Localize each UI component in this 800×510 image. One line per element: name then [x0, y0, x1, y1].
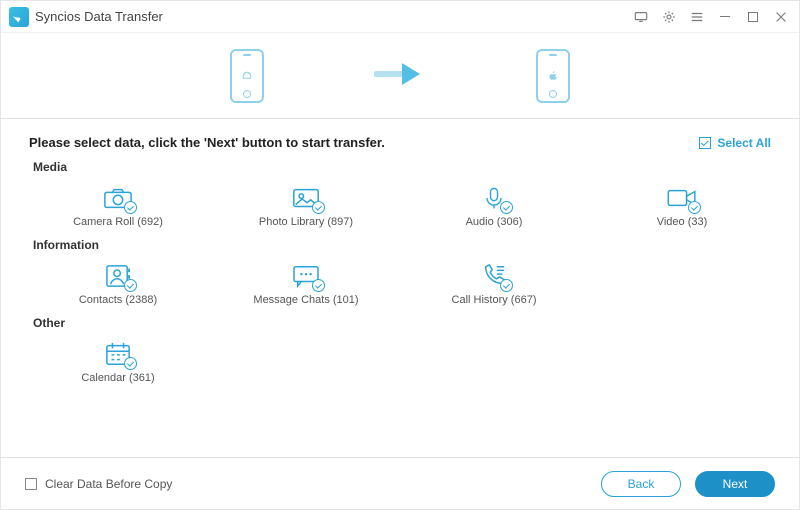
check-badge-icon: [312, 279, 325, 292]
media-grid: Camera Roll (692) Photo Library (897) Au…: [29, 178, 771, 232]
item-label: Audio (306): [466, 216, 523, 228]
app-title: Syncios Data Transfer: [35, 9, 163, 24]
messages-icon: [287, 260, 325, 292]
photo-icon: [287, 182, 325, 214]
item-call-history[interactable]: Call History (667): [405, 256, 583, 310]
item-label: Message Chats (101): [253, 294, 358, 306]
item-video[interactable]: Video (33): [593, 178, 771, 232]
checkbox-empty-icon: [25, 478, 37, 490]
item-message-chats[interactable]: Message Chats (101): [217, 256, 395, 310]
back-button-label: Back: [628, 477, 655, 491]
check-badge-icon: [124, 279, 137, 292]
instruction-text: Please select data, click the 'Next' but…: [29, 135, 385, 150]
audio-icon: [475, 182, 513, 214]
clear-data-toggle[interactable]: Clear Data Before Copy: [25, 477, 172, 491]
clear-data-label: Clear Data Before Copy: [45, 477, 172, 491]
check-badge-icon: [124, 201, 137, 214]
select-all-toggle[interactable]: Select All: [699, 136, 771, 150]
select-all-label: Select All: [717, 136, 771, 150]
item-photo-library[interactable]: Photo Library (897): [217, 178, 395, 232]
check-badge-icon: [124, 357, 137, 370]
next-button[interactable]: Next: [695, 471, 775, 497]
android-icon: [241, 70, 253, 82]
item-contacts[interactable]: Contacts (2388): [29, 256, 207, 310]
item-audio[interactable]: Audio (306): [405, 178, 583, 232]
other-grid: Calendar (361): [29, 334, 771, 388]
section-title-information: Information: [29, 238, 771, 252]
camera-icon: [99, 182, 137, 214]
section-title-other: Other: [29, 316, 771, 330]
minimize-button[interactable]: [717, 9, 733, 25]
item-label: Video (33): [657, 216, 708, 228]
check-badge-icon: [500, 279, 513, 292]
source-phone-icon[interactable]: [230, 49, 264, 103]
main-content: Please select data, click the 'Next' but…: [1, 119, 799, 388]
maximize-button[interactable]: [745, 9, 761, 25]
information-grid: Contacts (2388) Message Chats (101) Call…: [29, 256, 771, 310]
check-badge-icon: [688, 201, 701, 214]
check-badge-icon: [500, 201, 513, 214]
item-calendar[interactable]: Calendar (361): [29, 334, 207, 388]
call-history-icon: [475, 260, 513, 292]
target-phone-icon[interactable]: [536, 49, 570, 103]
item-label: Contacts (2388): [79, 294, 157, 306]
calendar-icon: [99, 338, 137, 370]
transfer-arrow-icon: [374, 59, 426, 92]
item-label: Call History (667): [452, 294, 537, 306]
settings-gear-icon[interactable]: [661, 9, 677, 25]
item-label: Calendar (361): [81, 372, 154, 384]
section-title-media: Media: [29, 160, 771, 174]
contacts-icon: [99, 260, 137, 292]
item-camera-roll[interactable]: Camera Roll (692): [29, 178, 207, 232]
apple-icon: [547, 70, 559, 82]
item-label: Photo Library (897): [259, 216, 353, 228]
app-logo-icon: [9, 7, 29, 27]
title-bar: Syncios Data Transfer: [1, 1, 799, 33]
next-button-label: Next: [723, 477, 748, 491]
check-badge-icon: [312, 201, 325, 214]
close-button[interactable]: [773, 9, 789, 25]
item-label: Camera Roll (692): [73, 216, 163, 228]
video-icon: [663, 182, 701, 214]
screen-icon[interactable]: [633, 9, 649, 25]
device-transfer-row: [1, 33, 799, 119]
select-all-check-icon: [699, 137, 711, 149]
back-button[interactable]: Back: [601, 471, 681, 497]
footer-bar: Clear Data Before Copy Back Next: [1, 457, 799, 509]
menu-icon[interactable]: [689, 9, 705, 25]
